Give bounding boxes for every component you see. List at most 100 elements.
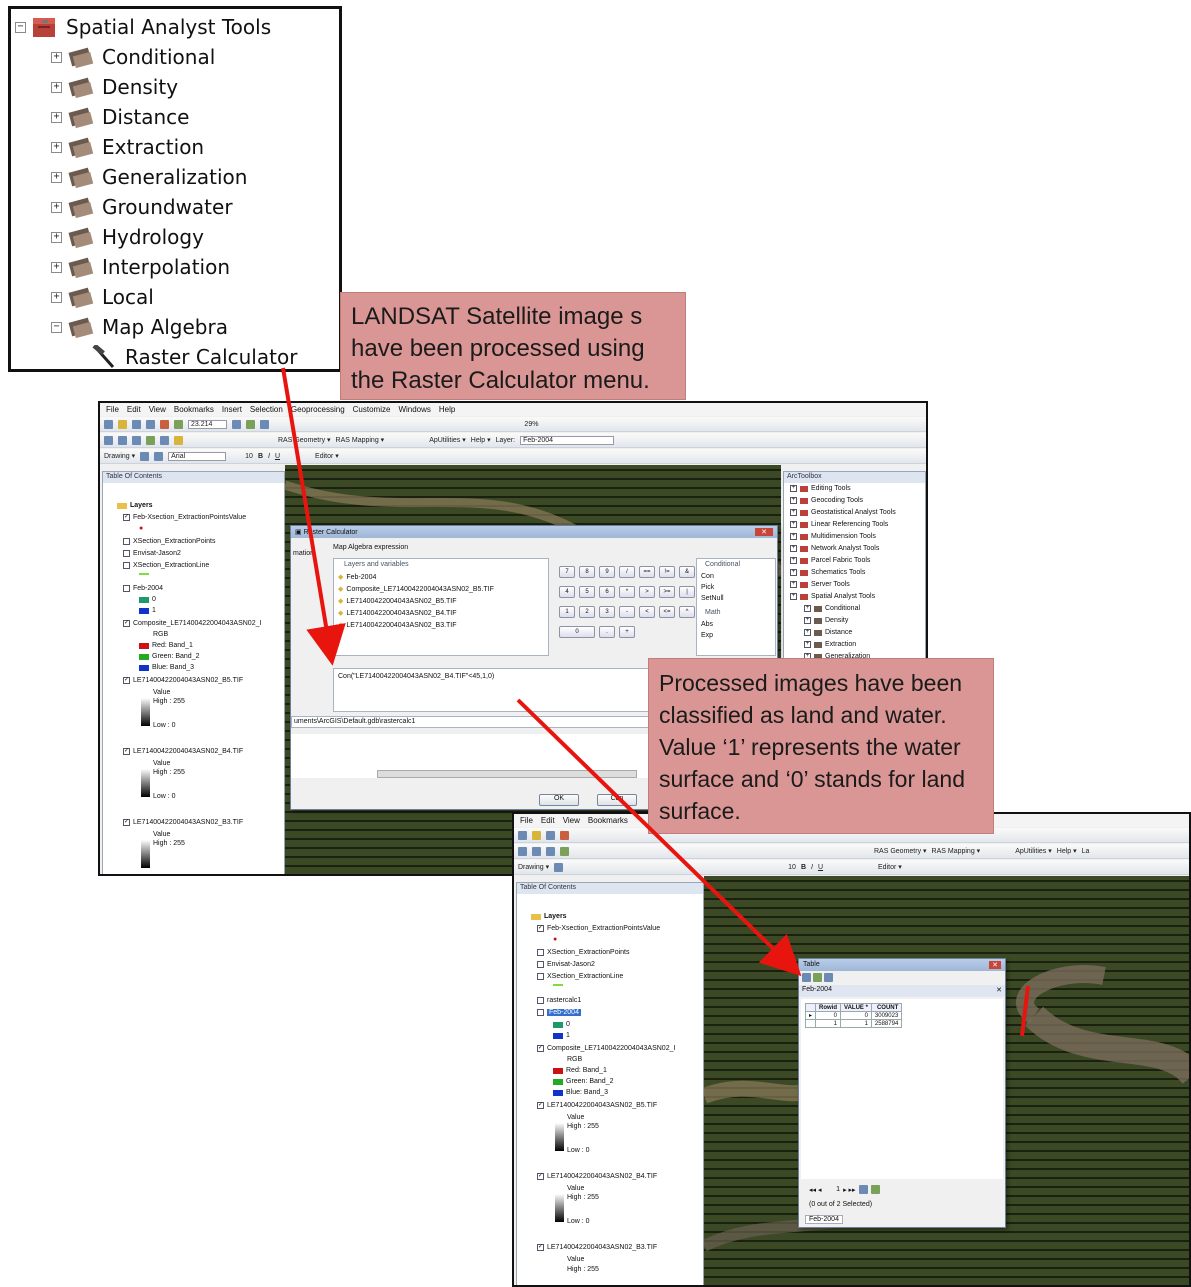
calculator-key[interactable]: <= <box>659 606 675 618</box>
font-size-select[interactable]: 10 <box>245 453 253 460</box>
menu-item[interactable]: View <box>563 816 580 825</box>
toc-layer-selected[interactable]: Feb-2004 <box>547 1009 581 1016</box>
ras-geometry-menu[interactable]: RAS Geometry ▾ <box>874 847 927 855</box>
layer-variable-item[interactable]: ◆ LE71400422004043ASN02_B5.TIF <box>338 597 457 606</box>
arctoolbox-item[interactable]: + Linear Referencing Tools <box>790 521 888 528</box>
checkbox[interactable]: ✓ <box>123 748 130 755</box>
expand-icon[interactable]: + <box>51 291 62 303</box>
checkbox[interactable]: ✓ <box>123 819 130 826</box>
expand-icon[interactable]: + <box>51 171 62 183</box>
checkbox[interactable] <box>537 997 544 1004</box>
editor-menu[interactable]: Editor ▾ <box>878 863 902 871</box>
checkbox[interactable]: ✓ <box>537 1244 544 1251</box>
ras-mapping-menu[interactable]: RAS Mapping ▾ <box>336 436 385 444</box>
font-select[interactable]: Arial <box>168 451 227 461</box>
checkbox[interactable] <box>123 585 130 592</box>
toc-layer[interactable]: LE71400422004043ASN02_B3.TIF <box>133 819 243 826</box>
bold-button[interactable]: B <box>258 453 263 460</box>
function-list[interactable]: Conditional Con Pick SetNull Math Abs Ex… <box>696 558 776 656</box>
arctoolbox-item[interactable]: + Server Tools <box>790 581 850 588</box>
show-all-icon[interactable] <box>858 1185 868 1194</box>
arctoolbox-item[interactable]: + Conditional <box>804 605 860 612</box>
layer-select[interactable]: Feb-2004 <box>520 435 615 445</box>
calculator-key[interactable]: ^ <box>679 606 695 618</box>
calculator-key[interactable]: 9 <box>599 566 615 578</box>
tree-item[interactable]: + Extraction <box>51 132 204 162</box>
arctoolbox-item[interactable]: + Network Analyst Tools <box>790 545 879 552</box>
toc-layer[interactable]: rastercalc1 <box>547 997 581 1004</box>
zoom-out-icon[interactable] <box>532 846 541 856</box>
tree-item[interactable]: + Density <box>51 72 178 102</box>
checkbox[interactable]: ✓ <box>537 1173 544 1180</box>
expand-icon[interactable]: + <box>790 581 797 588</box>
checkbox[interactable] <box>537 949 544 956</box>
checkbox[interactable]: ✓ <box>537 1102 544 1109</box>
scale-box[interactable]: 23.214 <box>188 419 228 429</box>
calculator-key[interactable]: 7 <box>559 566 575 578</box>
table-tab[interactable]: Feb-2004 <box>809 1216 839 1223</box>
checkbox[interactable] <box>123 562 130 569</box>
expand-icon[interactable]: + <box>51 141 62 153</box>
func-item[interactable]: SetNull <box>701 595 724 602</box>
calculator-key[interactable]: >= <box>659 586 675 598</box>
record-number[interactable]: 1 <box>836 1186 840 1193</box>
tree-item[interactable]: + Interpolation <box>51 252 230 282</box>
toc-layer[interactable]: LE71400422004043ASN02_B4.TIF <box>133 748 243 755</box>
show-selected-icon[interactable] <box>870 1185 880 1194</box>
toc-layer[interactable]: LE71400422004043ASN02_B4.TIF <box>547 1173 657 1180</box>
print-icon[interactable] <box>146 419 155 429</box>
column-header[interactable]: Rowid <box>815 1003 842 1012</box>
underline-button[interactable]: U <box>818 864 823 871</box>
checkbox[interactable] <box>537 961 544 968</box>
calculator-key[interactable]: + <box>619 626 635 638</box>
save-icon[interactable] <box>132 419 141 429</box>
layers-list[interactable]: Layers and variables ◆ Feb-2004 ◆ Composite… <box>333 558 549 656</box>
tree-item[interactable]: + Groundwater <box>51 192 233 222</box>
toc-icon[interactable] <box>246 419 256 429</box>
menu-item[interactable]: Edit <box>541 816 555 825</box>
expand-icon[interactable]: + <box>790 521 797 528</box>
drawing-menu[interactable]: Drawing ▾ <box>104 452 135 460</box>
open-icon[interactable] <box>532 830 541 840</box>
tree-item[interactable]: + Conditional <box>51 42 215 72</box>
arctoolbox-item[interactable]: + Extraction <box>804 641 856 648</box>
bold-button[interactable]: B <box>801 864 806 871</box>
calculator-key[interactable]: != <box>659 566 675 578</box>
editor-menu[interactable]: Editor ▾ <box>315 452 339 460</box>
expand-icon[interactable]: + <box>790 485 797 492</box>
calculator-key[interactable]: 3 <box>599 606 615 618</box>
tree-item[interactable]: − Map Algebra <box>51 312 228 342</box>
ras-mapping-menu[interactable]: RAS Mapping ▾ <box>932 847 981 855</box>
expand-icon[interactable]: + <box>790 509 797 516</box>
menu-item[interactable]: Customize <box>353 405 391 414</box>
arctoolbox-item[interactable]: + Geostatistical Analyst Tools <box>790 509 896 516</box>
func-item[interactable]: Pick <box>701 584 714 591</box>
func-item[interactable]: Exp <box>701 632 713 639</box>
menu-item[interactable]: File <box>520 816 533 825</box>
calculator-key[interactable]: < <box>639 606 655 618</box>
table-options-icon[interactable] <box>802 973 811 982</box>
menu-item[interactable]: File <box>106 405 119 414</box>
toc-layer[interactable]: LE71400422004043ASN02_B5.TIF <box>133 677 243 684</box>
delete-icon[interactable] <box>560 830 569 840</box>
calculator-key[interactable]: - <box>619 606 635 618</box>
drawing-menu[interactable]: Drawing ▾ <box>518 863 549 871</box>
arctoolbox-item[interactable]: + Editing Tools <box>790 485 851 492</box>
open-icon[interactable] <box>118 419 127 429</box>
horizontal-scrollbar[interactable] <box>377 770 637 778</box>
arctoolbox-item[interactable]: + Parcel Fabric Tools <box>790 557 870 564</box>
pan-icon[interactable] <box>132 435 141 445</box>
expand-icon[interactable]: + <box>790 533 797 540</box>
calculator-key[interactable]: 1 <box>559 606 575 618</box>
checkbox[interactable]: ✓ <box>537 1045 544 1052</box>
aputilities-menu[interactable]: ApUtilities ▾ <box>1015 847 1052 855</box>
toc-layer[interactable]: XSection_ExtractionLine <box>133 562 209 569</box>
expand-icon[interactable]: + <box>790 497 797 504</box>
expand-icon[interactable]: + <box>51 111 62 123</box>
checkbox[interactable]: ✓ <box>123 620 130 627</box>
expand-icon[interactable]: + <box>804 605 811 612</box>
tree-item[interactable]: + Local <box>51 282 154 312</box>
menu-item[interactable]: Help <box>439 405 455 414</box>
underline-button[interactable]: U <box>275 453 280 460</box>
arctoolbox-item[interactable]: + Distance <box>804 629 852 636</box>
